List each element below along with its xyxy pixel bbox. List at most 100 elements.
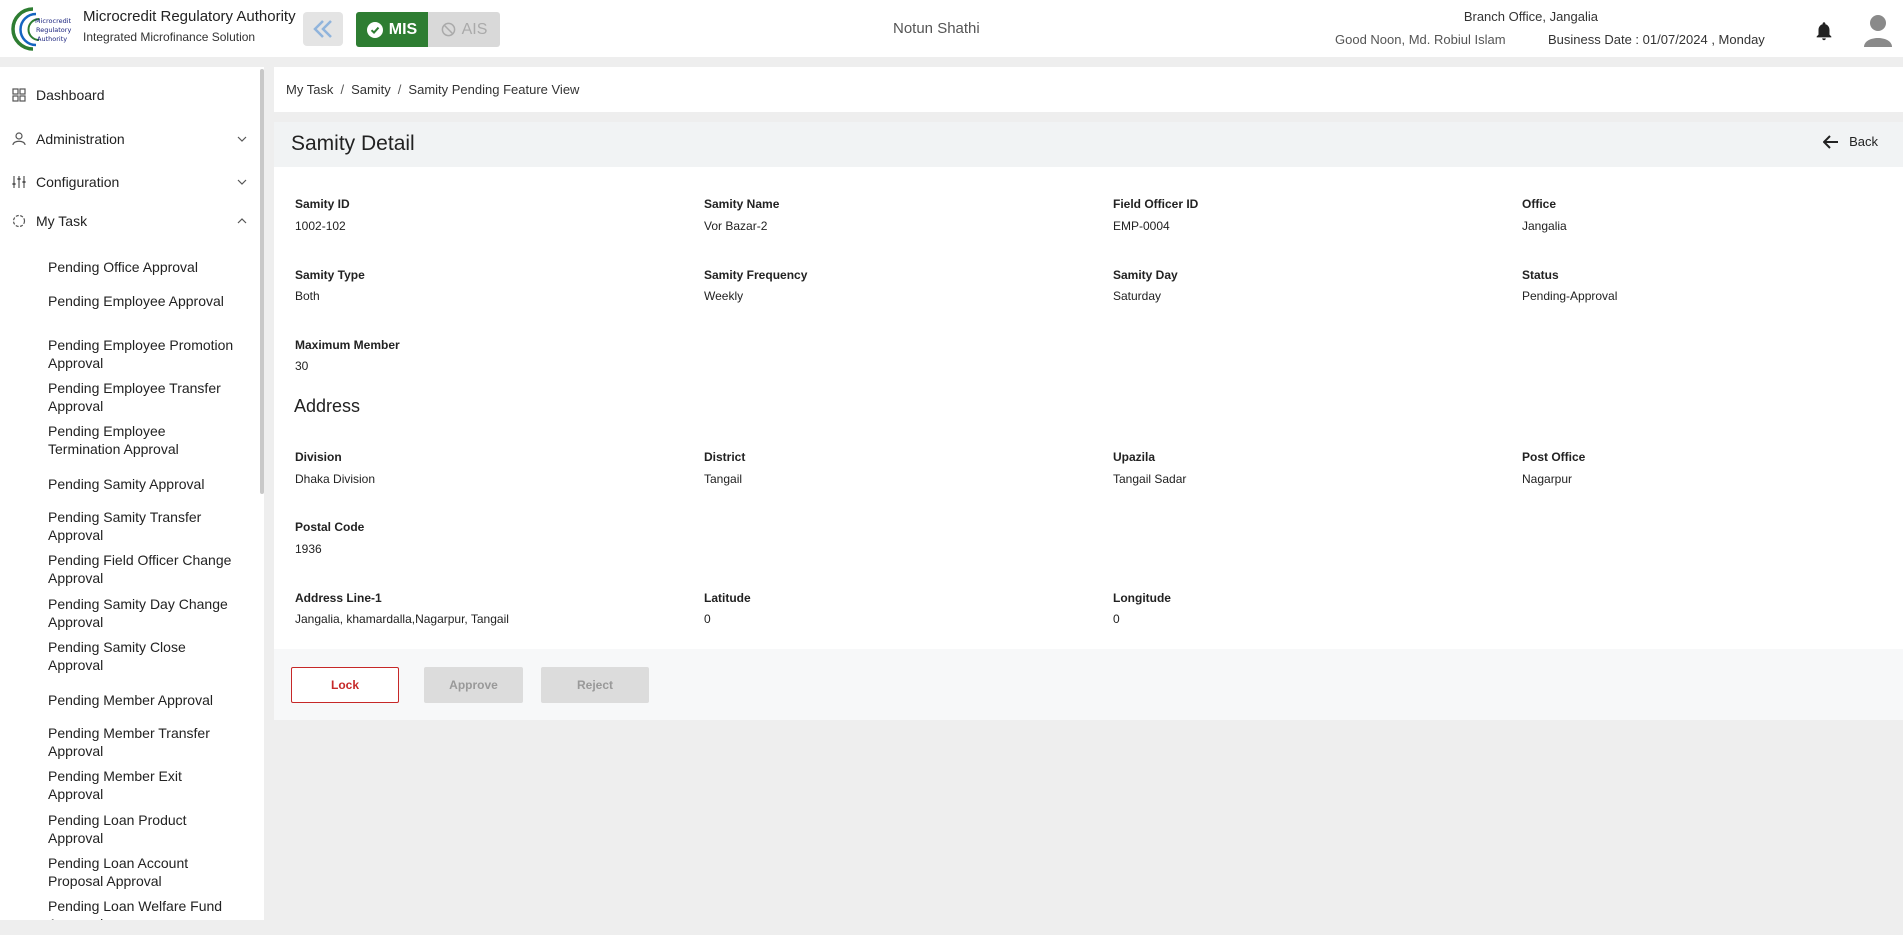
- sidebar-scrollbar[interactable]: [260, 69, 264, 494]
- task-pending-samity-transfer-approval[interactable]: Pending Samity Transfer Approval: [48, 508, 238, 544]
- back-button[interactable]: Back: [1823, 134, 1878, 149]
- samity-detail-card: Samity Detail Back Samity ID 1002-102 Sa…: [274, 122, 1903, 720]
- postal-code-label: Postal Code: [295, 520, 365, 534]
- org-title: Microcredit Regulatory Authority: [83, 8, 296, 25]
- status-label: Status: [1522, 268, 1559, 282]
- sidebar-item-label: My Task: [36, 213, 88, 229]
- reject-button[interactable]: Reject: [541, 667, 649, 703]
- grid-icon: [12, 88, 26, 102]
- office-value: Jangalia: [1522, 219, 1567, 233]
- status-value: Pending-Approval: [1522, 289, 1618, 303]
- chevron-down-icon: [237, 179, 247, 185]
- breadcrumb-separator: /: [397, 82, 402, 97]
- office-label: Office: [1522, 197, 1557, 211]
- address-section-title: Address: [294, 396, 361, 416]
- task-pending-employee-transfer-approval[interactable]: Pending Employee Transfer Approval: [48, 379, 238, 415]
- user-greeting: Good Noon, Md. Robiul Islam: [1335, 32, 1506, 47]
- task-pending-loan-account-proposal-approval[interactable]: Pending Loan Account Proposal Approval: [48, 854, 238, 890]
- breadcrumb-samity[interactable]: Samity: [351, 82, 391, 97]
- task-pending-employee-approval[interactable]: Pending Employee Approval: [48, 292, 238, 310]
- task-pending-samity-approval[interactable]: Pending Samity Approval: [48, 475, 238, 493]
- ais-label: AIS: [461, 20, 488, 38]
- check-circle-icon: [366, 21, 383, 38]
- arrow-left-icon: [1823, 134, 1839, 149]
- lock-button[interactable]: Lock: [291, 667, 399, 703]
- user-avatar[interactable]: [1862, 13, 1894, 47]
- svg-text:Microcredit: Microcredit: [35, 17, 72, 25]
- maximum-member-value: 30: [295, 359, 309, 373]
- post-office-value: Nagarpur: [1522, 472, 1573, 486]
- chevron-down-icon: [237, 136, 247, 142]
- chevron-up-icon: [237, 218, 247, 224]
- app-name: Notun Shathi: [893, 20, 980, 37]
- mis-mode-button[interactable]: MIS: [356, 12, 428, 47]
- samity-day-label: Samity Day: [1113, 268, 1178, 282]
- task-pending-member-transfer-approval[interactable]: Pending Member Transfer Approval: [48, 724, 238, 760]
- latitude-value: 0: [704, 612, 711, 626]
- task-pending-samity-close-approval[interactable]: Pending Samity Close Approval: [48, 638, 238, 674]
- samity-name-value: Vor Bazar-2: [704, 219, 768, 233]
- task-circle-icon: [12, 214, 26, 228]
- task-pending-loan-product-approval[interactable]: Pending Loan Product Approval: [48, 811, 238, 847]
- sidebar-item-administration[interactable]: Administration: [0, 125, 258, 153]
- task-pending-samity-day-change-approval[interactable]: Pending Samity Day Change Approval: [48, 595, 238, 631]
- task-pending-field-officer-change-approval[interactable]: Pending Field Officer Change Approval: [48, 551, 238, 587]
- approve-button[interactable]: Approve: [424, 667, 523, 703]
- samity-id-label: Samity ID: [295, 197, 350, 211]
- division-value: Dhaka Division: [295, 472, 376, 486]
- samity-frequency-label: Samity Frequency: [704, 268, 808, 282]
- ais-mode-button[interactable]: AIS: [428, 12, 500, 47]
- branch-name: Branch Office, Jangalia: [1463, 9, 1598, 24]
- notification-bell-icon[interactable]: [1813, 20, 1835, 42]
- field-officer-id-label: Field Officer ID: [1113, 197, 1199, 211]
- address-line-1-label: Address Line-1: [295, 591, 382, 605]
- task-pending-member-exit-approval[interactable]: Pending Member Exit Approval: [48, 767, 238, 803]
- maximum-member-label: Maximum Member: [295, 338, 400, 352]
- samity-day-value: Saturday: [1113, 289, 1162, 303]
- samity-type-label: Samity Type: [295, 268, 365, 282]
- sidebar-item-dashboard[interactable]: Dashboard: [0, 81, 258, 109]
- upazila-label: Upazila: [1113, 450, 1156, 464]
- task-pending-loan-welfare-fund-approval[interactable]: Pending Loan Welfare Fund Approval: [48, 897, 238, 920]
- field-officer-id-value: EMP-0004: [1113, 219, 1170, 233]
- admin-icon: [12, 132, 26, 146]
- card-body: Samity ID 1002-102 Samity Name Vor Bazar…: [274, 167, 1903, 649]
- breadcrumb-separator: /: [340, 82, 345, 97]
- task-pending-employee-promotion-approval[interactable]: Pending Employee Promotion Approval: [48, 336, 238, 372]
- samity-id-value: 1002-102: [295, 219, 346, 233]
- top-header: Microcredit Regulatory Authority Microcr…: [0, 0, 1903, 57]
- district-value: Tangail: [704, 472, 743, 486]
- double-chevron-left-icon: [313, 20, 332, 38]
- samity-type-value: Both: [295, 289, 320, 303]
- sidebar-item-label: Administration: [36, 131, 125, 147]
- collapse-sidebar-button[interactable]: [303, 12, 343, 46]
- breadcrumb: My Task / Samity / Samity Pending Featur…: [274, 67, 1903, 112]
- latitude-label: Latitude: [704, 591, 751, 605]
- mis-label: MIS: [388, 20, 418, 38]
- address-line-1-value: Jangalia, khamardalla,Nagarpur, Tangail: [295, 612, 509, 626]
- task-pending-employee-termination-approval[interactable]: Pending Employee Termination Approval: [48, 422, 238, 458]
- sidebar-item-configuration[interactable]: Configuration: [0, 168, 258, 196]
- module-switch: MIS AIS: [356, 12, 500, 47]
- sliders-icon: [12, 176, 26, 188]
- postal-code-value: 1936: [295, 542, 322, 556]
- back-label: Back: [1849, 134, 1878, 149]
- mra-logo: Microcredit Regulatory Authority: [9, 5, 76, 52]
- sidebar: Dashboard Administration Configuration M…: [0, 67, 264, 920]
- task-pending-office-approval[interactable]: Pending Office Approval: [48, 258, 238, 276]
- svg-text:Authority: Authority: [37, 35, 67, 43]
- district-label: District: [704, 450, 746, 464]
- task-pending-member-approval[interactable]: Pending Member Approval: [48, 691, 238, 709]
- card-header: Samity Detail Back: [274, 122, 1903, 167]
- sidebar-item-my-task[interactable]: My Task: [0, 207, 258, 235]
- samity-frequency-value: Weekly: [704, 289, 744, 303]
- block-icon: [441, 22, 455, 37]
- breadcrumb-current: Samity Pending Feature View: [408, 82, 580, 97]
- breadcrumb-my-task[interactable]: My Task: [286, 82, 333, 97]
- sidebar-item-label: Dashboard: [36, 87, 105, 103]
- sidebar-item-label: Configuration: [36, 174, 120, 190]
- longitude-label: Longitude: [1113, 591, 1171, 605]
- org-subtitle: Integrated Microfinance Solution: [83, 30, 256, 44]
- business-date: Business Date : 01/07/2024 , Monday: [1548, 32, 1765, 47]
- post-office-label: Post Office: [1522, 450, 1586, 464]
